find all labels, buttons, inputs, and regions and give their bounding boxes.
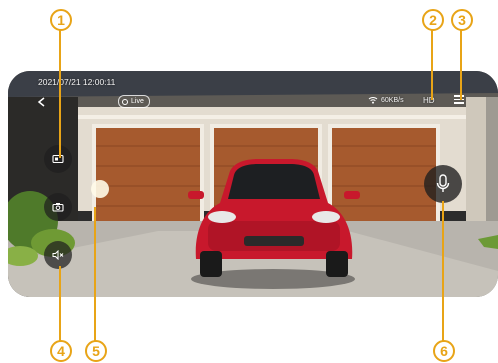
snapshot-button[interactable] — [44, 193, 72, 221]
chevron-left-icon — [37, 97, 45, 107]
screen-toggle-button[interactable] — [44, 145, 72, 173]
callout-2-leader — [431, 30, 433, 100]
live-video-screen[interactable]: 2021/07/21 12:00:11 Live 60KB/s HD — [8, 71, 498, 297]
callout-3: 3 — [451, 9, 473, 31]
timestamp: 2021/07/21 12:00:11 — [38, 77, 116, 87]
callout-2: 2 — [422, 9, 444, 31]
callout-6: 6 — [433, 340, 455, 362]
camera-icon — [52, 203, 64, 212]
mute-button[interactable] — [44, 241, 72, 269]
callout-3-leader — [460, 30, 462, 100]
speaker-mute-icon — [52, 250, 64, 260]
callout-5-leader — [94, 207, 96, 341]
screen-toggle-icon — [52, 154, 64, 164]
microphone-icon — [436, 174, 450, 192]
wifi-icon — [368, 97, 378, 104]
callout-5: 5 — [85, 340, 107, 362]
live-dot-icon — [122, 98, 128, 105]
network-status: 60KB/s — [368, 96, 404, 104]
callout-4: 4 — [50, 340, 72, 362]
back-button[interactable] — [36, 95, 48, 107]
menu-icon[interactable] — [454, 93, 464, 106]
live-label: Live — [131, 98, 144, 105]
live-badge: Live — [118, 95, 150, 108]
talk-button[interactable] — [424, 165, 462, 203]
callout-1: 1 — [50, 9, 72, 31]
callout-6-leader — [442, 201, 444, 341]
callout-1-leader — [59, 30, 61, 158]
network-speed: 60KB/s — [381, 96, 404, 104]
callout-4-leader — [59, 266, 61, 341]
